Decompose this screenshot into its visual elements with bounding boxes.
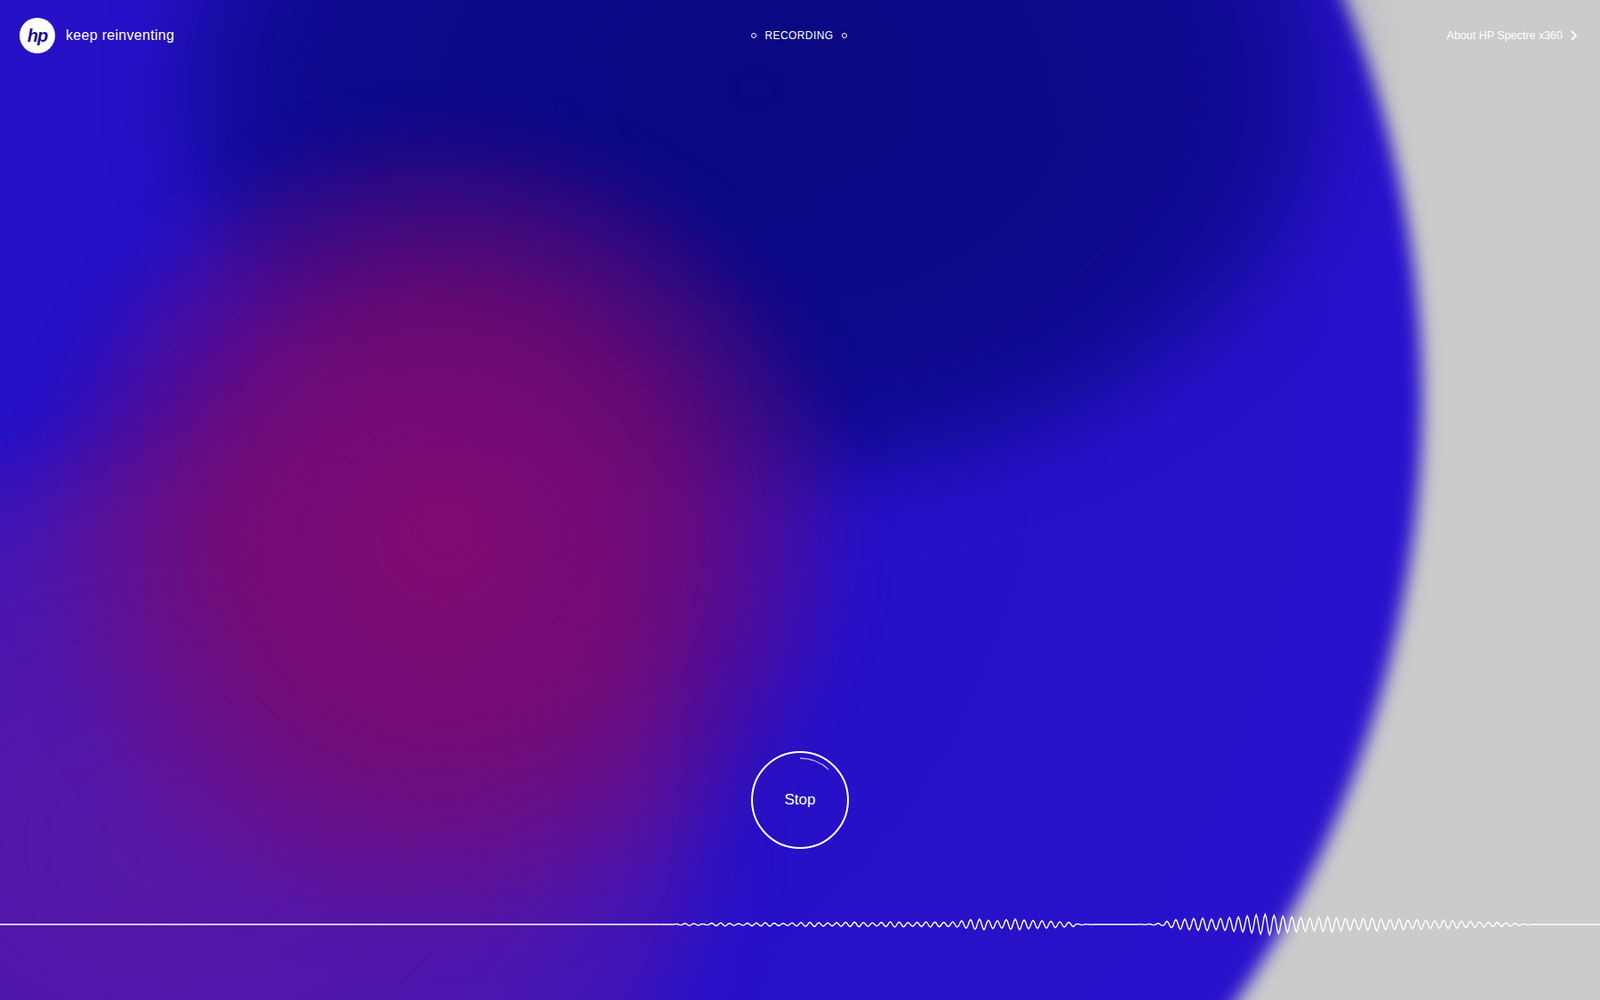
magenta-cloud [44, 133, 845, 934]
tagline: keep reinventing [65, 27, 175, 44]
recording-screen: hp keep reinventing RECORDING About HP S… [0, 0, 1600, 1000]
waveform [0, 906, 1600, 943]
header: hp keep reinventing RECORDING About HP S… [0, 0, 1600, 54]
brand[interactable]: hp keep reinventing [19, 17, 752, 54]
about-label: About HP Spectre x360 [1447, 29, 1563, 42]
recording-status: RECORDING [751, 29, 848, 42]
stop-button[interactable]: Stop [750, 750, 850, 850]
stop-label: Stop [784, 791, 816, 809]
chevron-right-icon [1569, 30, 1577, 41]
about-link[interactable]: About HP Spectre x360 [1447, 29, 1579, 42]
status-dot-icon [841, 32, 848, 39]
hp-logo[interactable]: hp [19, 17, 56, 54]
status-dot-icon [751, 32, 757, 39]
status-label: RECORDING [765, 29, 834, 42]
controls: Stop [0, 750, 1600, 850]
